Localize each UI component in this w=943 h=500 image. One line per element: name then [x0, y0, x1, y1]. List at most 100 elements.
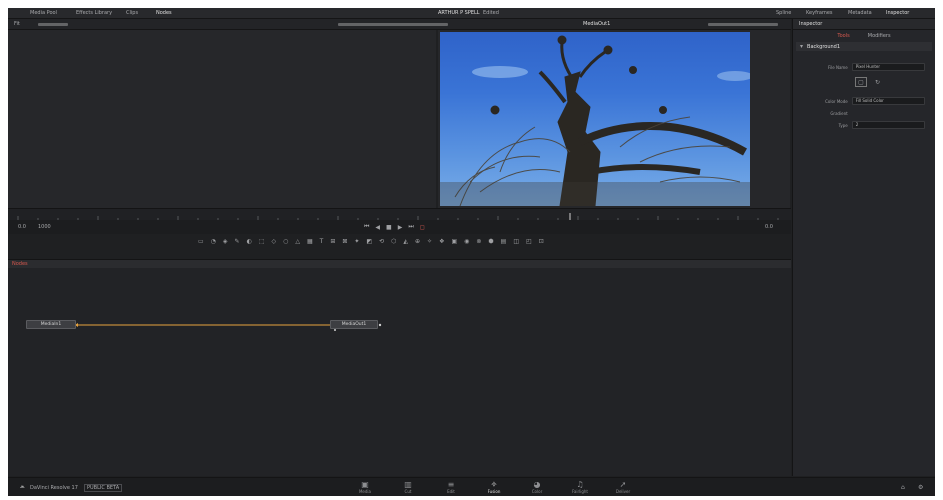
tool-icon-26[interactable]: ▤	[501, 238, 507, 245]
resolve-logo-icon: ⩕	[20, 483, 25, 490]
menu-keyframes[interactable]: Keyframes	[806, 10, 833, 16]
tool-icon-21[interactable]: ❖	[439, 238, 444, 245]
tool-icon-8[interactable]: ○	[283, 238, 288, 245]
menu-spline[interactable]: Spline	[776, 10, 791, 16]
tool-icon-23[interactable]: ◉	[464, 238, 469, 245]
edit-icon: ≡	[447, 480, 455, 489]
tool-icon-28[interactable]: ◰	[526, 238, 532, 245]
nodes-header: Nodes	[8, 259, 791, 268]
collapse-icon[interactable]: ▾	[800, 43, 803, 50]
tool-icon-12[interactable]: ⊞	[330, 238, 335, 245]
tool-icon-9[interactable]: △	[295, 238, 300, 245]
tree-image	[440, 35, 750, 206]
tool-icon-19[interactable]: ⊕	[415, 238, 420, 245]
page-label-fairlight: Fairlight	[571, 489, 588, 494]
color-icon: ◕	[533, 480, 541, 489]
gradient-field[interactable]	[852, 109, 925, 117]
home-icon[interactable]: ⌂	[901, 484, 905, 491]
tool-icon-5[interactable]: ◐	[247, 238, 252, 245]
viewer-toolbar: Fit MediaOut1	[8, 19, 791, 30]
color-mode-select[interactable]: Fill Solid Color	[851, 97, 925, 105]
refresh-icon[interactable]: ↻	[875, 79, 880, 86]
right-viewer[interactable]	[438, 30, 790, 208]
playback-bar: 0.0 1000 ⏮ ◀ ■ ▶ ⏭ ◻ 0.0	[8, 220, 791, 234]
page-tab-deliver[interactable]: ➚ Deliver	[608, 480, 638, 495]
project-title: ARTHUR P SPELL	[438, 10, 480, 16]
tool-icon-7[interactable]: ◇	[272, 238, 277, 245]
page-tab-color[interactable]: ◕ Color	[522, 480, 552, 495]
tool-icon-1[interactable]: ▭	[198, 238, 204, 245]
folder-icon[interactable]: ▢	[855, 77, 867, 87]
tool-icon-27[interactable]: ◫	[513, 238, 519, 245]
tool-icon-10[interactable]: ▦	[307, 238, 313, 245]
tool-icon-20[interactable]: ✧	[427, 238, 432, 245]
inspector-panel: Inspector Tools Modifiers ▾ Background1 …	[792, 19, 935, 476]
settings-icon[interactable]: ⚙	[918, 484, 923, 491]
inspector-title: Inspector	[799, 21, 823, 27]
tool-icon-13[interactable]: ⊠	[342, 238, 347, 245]
tool-icon-24[interactable]: ⊗	[476, 238, 481, 245]
menu-nodes[interactable]: Nodes	[156, 10, 172, 16]
page-bar: ⩕ DaVinci Resolve 17 PUBLIC BETA ▣ Media…	[8, 477, 935, 496]
video-frame	[440, 32, 750, 206]
nodes-title: Nodes	[12, 261, 28, 267]
tool-icon-17[interactable]: ⬡	[391, 238, 396, 245]
tab-modifiers[interactable]: Modifiers	[868, 33, 891, 39]
node-mediain1[interactable]: MediaIn1	[26, 320, 76, 329]
tool-icon-16[interactable]: ⟲	[379, 238, 384, 245]
type-select[interactable]: 2	[851, 121, 925, 129]
node-connection	[75, 323, 382, 331]
viewer-zoom[interactable]: Fit	[14, 21, 20, 27]
page-label-fusion: Fusion	[487, 489, 501, 494]
fairlight-icon: ♫	[576, 480, 584, 489]
menu-media-pool[interactable]: Media Pool	[30, 10, 57, 16]
top-menu-bar: Media Pool Effects Library Clips Nodes A…	[8, 8, 935, 19]
left-viewer[interactable]	[8, 30, 436, 208]
play-reverse-icon[interactable]: ◀	[375, 224, 380, 231]
tool-icon-22[interactable]: ▣	[451, 238, 457, 245]
page-tab-fairlight[interactable]: ♫ Fairlight	[565, 480, 595, 495]
deliver-icon: ➚	[619, 480, 627, 489]
play-icon[interactable]: ▶	[398, 224, 403, 231]
tool-icon-2[interactable]: ◔	[211, 238, 216, 245]
file-name-field[interactable]: Pixel Hunter	[851, 63, 925, 71]
menu-effects-library[interactable]: Effects Library	[76, 10, 112, 16]
tool-icon-4[interactable]: ✎	[235, 238, 240, 245]
page-label-media: Media	[358, 489, 371, 494]
go-to-end-icon[interactable]: ⏭	[408, 223, 413, 231]
tool-icon-11[interactable]: T	[320, 238, 324, 245]
tool-icon-6[interactable]: ⬚	[259, 238, 265, 245]
field-label-color-mode: Color Mode	[825, 98, 848, 104]
menu-clips[interactable]: Clips	[126, 10, 138, 16]
current-frame[interactable]: 0.0	[765, 224, 773, 230]
go-to-start-icon[interactable]: ⏮	[364, 223, 369, 231]
tool-icon-3[interactable]: ◈	[223, 238, 228, 245]
menu-metadata[interactable]: Metadata	[848, 10, 872, 16]
field-label-file-name: File Name	[827, 64, 848, 70]
tool-icon-15[interactable]: ◩	[366, 238, 372, 245]
tool-icon-25[interactable]: ⬢	[488, 238, 493, 245]
tool-icon-18[interactable]: ◭	[403, 238, 408, 245]
node-editor[interactable]: MediaIn1 MediaOut1	[8, 268, 791, 476]
field-label-type: Type	[838, 122, 848, 128]
tab-tools[interactable]: Tools	[837, 33, 849, 39]
page-tab-cut[interactable]: ▥ Cut	[393, 480, 423, 495]
end-frame[interactable]: 1000	[38, 224, 51, 230]
loop-icon[interactable]: ◻	[420, 224, 425, 231]
stop-icon[interactable]: ■	[386, 224, 392, 231]
start-frame[interactable]: 0.0	[18, 224, 26, 230]
fusion-toolbar: ▭ ◔ ◈ ✎ ◐ ⬚ ◇ ○ △ ▦ T ⊞ ⊠ ✦ ◩ ⟲ ⬡ ◭ ⊕ ✧ …	[8, 235, 791, 248]
page-label-deliver: Deliver	[615, 489, 631, 494]
menu-inspector[interactable]: Inspector	[886, 10, 909, 16]
page-tab-edit[interactable]: ≡ Edit	[436, 480, 466, 495]
page-label-color: Color	[531, 489, 543, 494]
viewer-clip-name: MediaOut1	[583, 21, 611, 27]
page-tab-media[interactable]: ▣ Media	[350, 480, 380, 495]
beta-badge: PUBLIC BETA	[84, 484, 123, 492]
page-tab-fusion[interactable]: ✧ Fusion	[479, 480, 509, 495]
tool-icon-14[interactable]: ✦	[354, 238, 359, 245]
node-mediaout1[interactable]: MediaOut1	[330, 320, 378, 329]
app-name: DaVinci Resolve 17	[30, 485, 78, 491]
tool-icon-29[interactable]: ⊡	[539, 238, 544, 245]
fusion-icon: ✧	[490, 480, 498, 489]
